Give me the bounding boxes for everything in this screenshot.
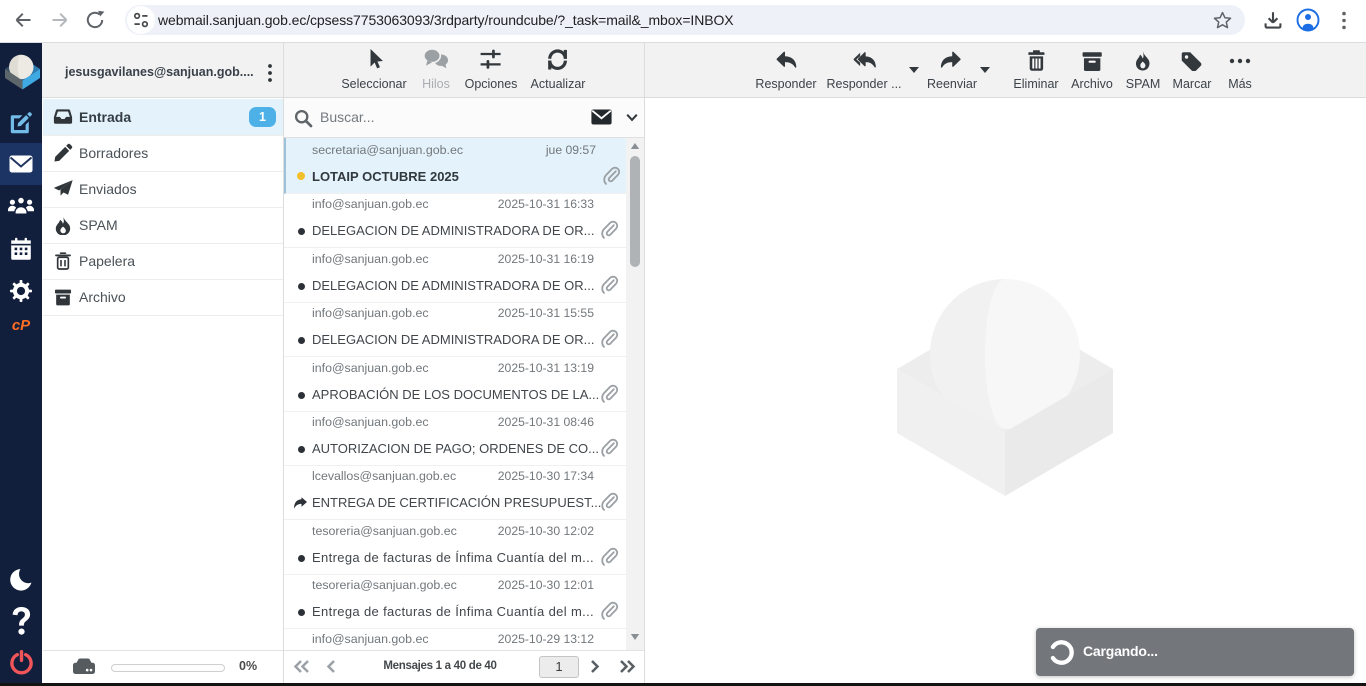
svg-text:cP: cP — [12, 317, 31, 334]
